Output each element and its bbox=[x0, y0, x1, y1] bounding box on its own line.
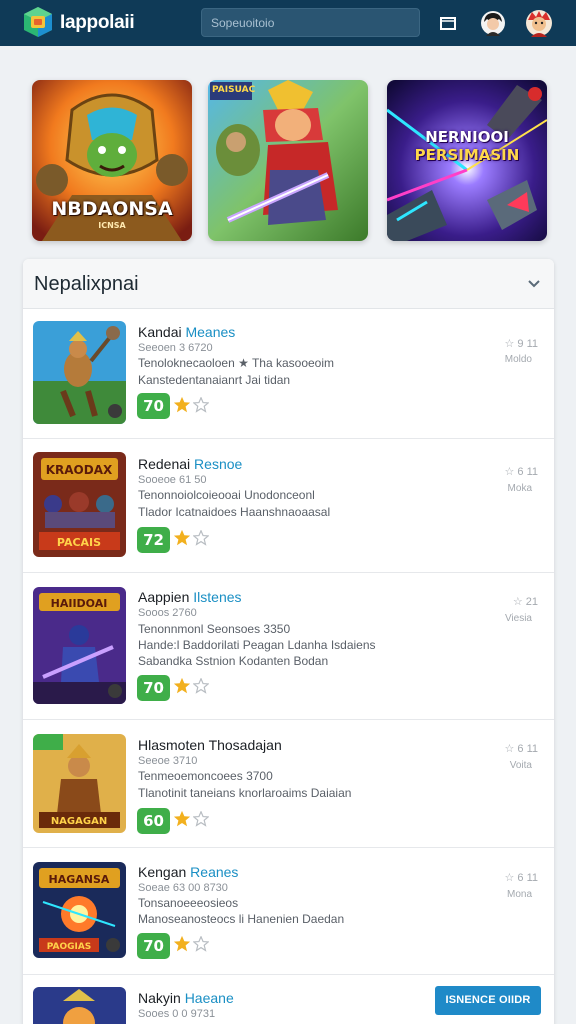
item-title: Kengan Reanes bbox=[138, 864, 239, 880]
svg-text:PAOGIAS: PAOGIAS bbox=[47, 942, 92, 952]
score-badge: 70 bbox=[137, 933, 170, 959]
banner-1-subtitle: ICNSA bbox=[98, 221, 126, 230]
item-description: Manoseanosteocs li Hanenien Daedan bbox=[138, 912, 345, 926]
item-subtitle: Seeoen 3 6720 bbox=[138, 342, 213, 354]
item-subtitle: Soeae 63 00 8730 bbox=[138, 882, 228, 894]
svg-text:HAGANSA: HAGANSA bbox=[49, 873, 110, 886]
item-subtitle: Sooos 2760 bbox=[138, 607, 197, 619]
item-title: Hlasmoten Thosadajan bbox=[138, 737, 282, 753]
item-description: Sabandka Sstnion Kodanten Bodan bbox=[138, 654, 329, 668]
svg-text:KRAODAX: KRAODAX bbox=[46, 463, 113, 477]
app-thumbnail: KRAODAX PACAIS bbox=[33, 452, 126, 557]
featured-banner-1[interactable]: NBDAONSA ICNSA bbox=[32, 80, 192, 241]
item-title: Kandai Meanes bbox=[138, 324, 236, 340]
app-thumbnail: HAIIDOAI bbox=[33, 587, 126, 704]
star-filled-icon[interactable] bbox=[173, 396, 191, 414]
star-outline-icon[interactable] bbox=[193, 530, 209, 546]
app-title: Iappolaii bbox=[60, 12, 135, 33]
item-subtitle: Sooes 0 0 9731 bbox=[138, 1008, 216, 1020]
item-description: Hande:l Baddorilati Peagan Ldanha Isdaie… bbox=[138, 638, 376, 652]
category-label: Viesia bbox=[504, 613, 532, 624]
item-description: Tonsanoeeeosieos bbox=[138, 896, 239, 910]
item-description: Tenonnmonl Seonsoes 3350 bbox=[138, 622, 291, 636]
item-description: Tenmeoemoncoees 3700 bbox=[138, 769, 273, 783]
rating-text: ☆ 9 11 bbox=[504, 338, 538, 350]
item-description: Tenonnoiolcoieooai Unodonceonl bbox=[138, 488, 315, 502]
profile-avatar-icon[interactable] bbox=[525, 9, 553, 37]
search-input[interactable]: Sopeuoitoio bbox=[201, 8, 420, 37]
featured-banner-2[interactable]: PAISUAC bbox=[208, 80, 368, 241]
star-outline-icon[interactable] bbox=[193, 397, 209, 413]
app-thumbnail bbox=[33, 987, 126, 1024]
category-label: Mona bbox=[506, 889, 532, 900]
app-thumbnail: HAGANSA PAOGIAS bbox=[33, 862, 126, 958]
item-subtitle: Seeoe 3710 bbox=[138, 755, 198, 767]
rating-text: ☆ 6 11 bbox=[504, 466, 538, 478]
primary-action-button[interactable]: ISNENCE OIIDR bbox=[435, 986, 541, 1015]
score-badge: 72 bbox=[137, 527, 170, 553]
chevron-down-icon[interactable] bbox=[526, 275, 542, 291]
score-badge: 60 bbox=[137, 808, 170, 834]
list-item[interactable]: HAIIDOAI Aappien Ilstenes Sooos 2760 Ten… bbox=[23, 573, 554, 720]
top-app-bar: Iappolaii Sopeuoitoio bbox=[0, 0, 576, 46]
item-title: Aappien Ilstenes bbox=[138, 589, 242, 605]
svg-text:PACAIS: PACAIS bbox=[57, 536, 101, 549]
panel-title: Nepalixpnai bbox=[34, 273, 139, 295]
app-list-panel: Nepalixpnai Kandai Meanes Seeoen 3 6720 … bbox=[23, 259, 554, 1024]
list-item[interactable]: HAGANSA PAOGIAS Kengan Reanes Soeae 63 0… bbox=[23, 848, 554, 975]
item-title: Nakyin Haeane bbox=[138, 990, 234, 1006]
list-item[interactable]: NAGAGAN Hlasmoten Thosadajan Seeoe 3710 … bbox=[23, 720, 554, 848]
star-outline-icon[interactable] bbox=[193, 936, 209, 952]
banner-2-title: PAISUAC bbox=[212, 85, 256, 95]
window-icon[interactable] bbox=[434, 9, 462, 37]
item-description: Kanstedentanaianrt Jai tidan bbox=[138, 373, 291, 387]
star-filled-icon[interactable] bbox=[173, 935, 191, 953]
list-item[interactable]: KRAODAX PACAIS Redenai Resnoe Sooeoe 61 … bbox=[23, 439, 554, 573]
score-badge: 70 bbox=[137, 675, 170, 701]
app-thumbnail: NAGAGAN bbox=[33, 734, 126, 833]
app-logo-icon[interactable] bbox=[22, 6, 54, 38]
star-filled-icon[interactable] bbox=[173, 810, 191, 828]
banner-3-title-line1: NERNIOOI bbox=[425, 128, 509, 146]
category-label: Voita bbox=[509, 760, 532, 771]
star-outline-icon[interactable] bbox=[193, 678, 209, 694]
category-label: Moka bbox=[507, 483, 532, 494]
banner-3-title-line2: PERSIMASIN bbox=[414, 146, 520, 164]
star-outline-icon[interactable] bbox=[193, 811, 209, 827]
item-description: Tenoloknecaoloen ★ Tha kasooeoim bbox=[138, 356, 334, 370]
star-filled-icon[interactable] bbox=[173, 529, 191, 547]
item-description: Tlanotinit taneians knorlaroaims Daiaian bbox=[138, 786, 352, 800]
svg-text:HAIIDOAI: HAIIDOAI bbox=[51, 597, 108, 610]
score-badge: 70 bbox=[137, 393, 170, 419]
rating-text: ☆ 6 11 bbox=[504, 743, 538, 755]
app-thumbnail bbox=[33, 321, 126, 424]
item-title: Redenai Resnoe bbox=[138, 456, 243, 472]
panel-header[interactable]: Nepalixpnai bbox=[23, 259, 554, 309]
banner-2-art bbox=[208, 80, 368, 241]
rating-text: ☆ 6 11 bbox=[504, 872, 538, 884]
item-subtitle: Sooeoe 61 50 bbox=[138, 474, 207, 486]
star-filled-icon[interactable] bbox=[173, 677, 191, 695]
item-description: Tlador Icatnaidoes Haanshnaoaasal bbox=[138, 505, 331, 519]
banner-1-title: NBDAONSA bbox=[51, 198, 173, 220]
rating-text: ☆ 21 bbox=[512, 596, 538, 608]
category-label: Moldo bbox=[504, 354, 532, 365]
search-placeholder: Sopeuoitoio bbox=[211, 16, 275, 30]
svg-text:NAGAGAN: NAGAGAN bbox=[51, 816, 107, 827]
featured-banner-3[interactable]: NERNIOOI PERSIMASIN bbox=[387, 80, 547, 241]
list-item[interactable]: Kandai Meanes Seeoen 3 6720 Tenoloknecao… bbox=[23, 310, 554, 439]
user-avatar-icon[interactable] bbox=[479, 9, 507, 37]
